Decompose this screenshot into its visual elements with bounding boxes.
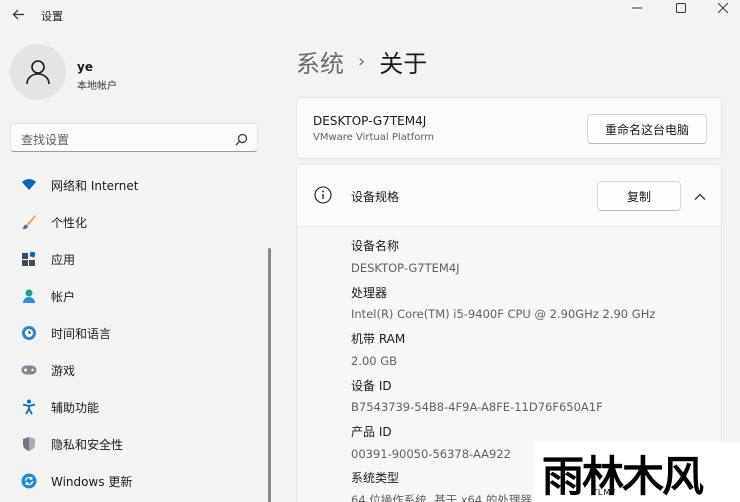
minimize-icon[interactable]	[616, 0, 658, 16]
sidebar-item-label: 时间和语言	[51, 326, 112, 341]
spec-value-processor: Intel(R) Core(TM) i5-9400F CPU @ 2.90GHz…	[351, 307, 656, 321]
spec-value-device-name: DESKTOP-G7TEM4J	[351, 261, 460, 275]
sidebar: ye 本地帐户 查找设置 网络和 Internet 个性化 应用 帐户 时间和语…	[0, 32, 280, 502]
breadcrumb: 系统 › 关于	[296, 44, 427, 79]
search-placeholder: 查找设置	[21, 133, 70, 147]
apps-icon	[21, 251, 37, 267]
accessibility-icon	[21, 399, 37, 415]
breadcrumb-parent[interactable]: 系统	[296, 44, 344, 79]
shield-icon	[21, 436, 37, 452]
sidebar-item-network[interactable]: 网络和 Internet	[6, 168, 262, 202]
person-icon	[26, 60, 50, 85]
sidebar-item-label: 应用	[51, 252, 76, 267]
sidebar-item-apps[interactable]: 应用	[6, 242, 262, 276]
sidebar-item-gaming[interactable]: 游戏	[6, 353, 262, 387]
wifi-icon	[21, 177, 37, 193]
copy-button[interactable]: 复制	[597, 181, 681, 211]
chevron-up-icon[interactable]	[693, 189, 707, 203]
sidebar-item-label: 网络和 Internet	[51, 178, 139, 193]
spec-label-product-id: 产品 ID	[351, 425, 392, 439]
spec-label-processor: 处理器	[351, 286, 388, 300]
spec-value-ram: 2.00 GB	[351, 354, 398, 368]
watermark-logo: 雨林木风 YLMF	[534, 442, 740, 502]
avatar[interactable]	[10, 44, 66, 100]
title-bar: 设置	[0, 0, 740, 32]
sidebar-item-windows-update[interactable]: Windows 更新	[6, 464, 262, 498]
spec-label-ram: 机带 RAM	[351, 332, 406, 346]
sidebar-scrollbar[interactable]	[268, 248, 271, 502]
person-icon	[21, 288, 37, 304]
sidebar-item-label: Windows 更新	[51, 474, 133, 489]
close-icon[interactable]	[702, 0, 740, 16]
sidebar-item-privacy[interactable]: 隐私和安全性	[6, 427, 262, 461]
sidebar-item-personalization[interactable]: 个性化	[6, 205, 262, 239]
sidebar-item-accounts[interactable]: 帐户	[6, 279, 262, 313]
sidebar-item-label: 隐私和安全性	[51, 437, 124, 452]
watermark-subtext: YLMF	[592, 488, 617, 497]
page-title: 关于	[379, 50, 428, 78]
watermark-text: 雨林木风	[542, 452, 704, 501]
search-input[interactable]: 查找设置	[10, 123, 258, 152]
sidebar-item-label: 个性化	[51, 215, 88, 230]
search-icon[interactable]	[235, 131, 248, 146]
device-specs-header[interactable]: 设备规格 复制	[297, 165, 721, 227]
device-card: DESKTOP-G7TEM4J VMware Virtual Platform …	[296, 97, 722, 159]
update-icon	[21, 473, 37, 489]
account-type: 本地帐户	[77, 81, 117, 92]
spec-label-device-name: 设备名称	[351, 239, 400, 253]
rename-pc-button[interactable]: 重命名这台电脑	[587, 114, 707, 144]
sidebar-item-label: 游戏	[51, 363, 76, 378]
sidebar-item-accessibility[interactable]: 辅助功能	[6, 390, 262, 424]
spec-value-device-id: B7543739-54B8-4F9A-A8FE-11D76F650A1F	[351, 400, 603, 414]
spec-value-product-id: 00391-90050-56378-AA922	[351, 447, 511, 461]
app-title: 设置	[41, 10, 63, 23]
user-name: ye	[77, 60, 93, 74]
maximize-icon[interactable]	[660, 0, 702, 16]
clock-globe-icon	[21, 325, 37, 341]
sidebar-item-time-language[interactable]: 时间和语言	[6, 316, 262, 350]
device-specs-title: 设备规格	[351, 190, 400, 204]
brush-icon	[21, 214, 37, 230]
gamepad-icon	[21, 362, 37, 378]
spec-label-system-type: 系统类型	[351, 471, 400, 485]
device-name: DESKTOP-G7TEM4J	[313, 114, 427, 128]
breadcrumb-separator: ›	[358, 51, 366, 72]
back-arrow-icon[interactable]	[8, 4, 28, 24]
spec-value-system-type: 64 位操作系统, 基于 x64 的处理器	[351, 493, 532, 502]
spec-label-device-id: 设备 ID	[351, 379, 392, 393]
sidebar-item-label: 帐户	[51, 289, 76, 304]
info-icon	[314, 186, 332, 204]
sidebar-item-label: 辅助功能	[51, 400, 100, 415]
device-model: VMware Virtual Platform	[313, 132, 435, 143]
